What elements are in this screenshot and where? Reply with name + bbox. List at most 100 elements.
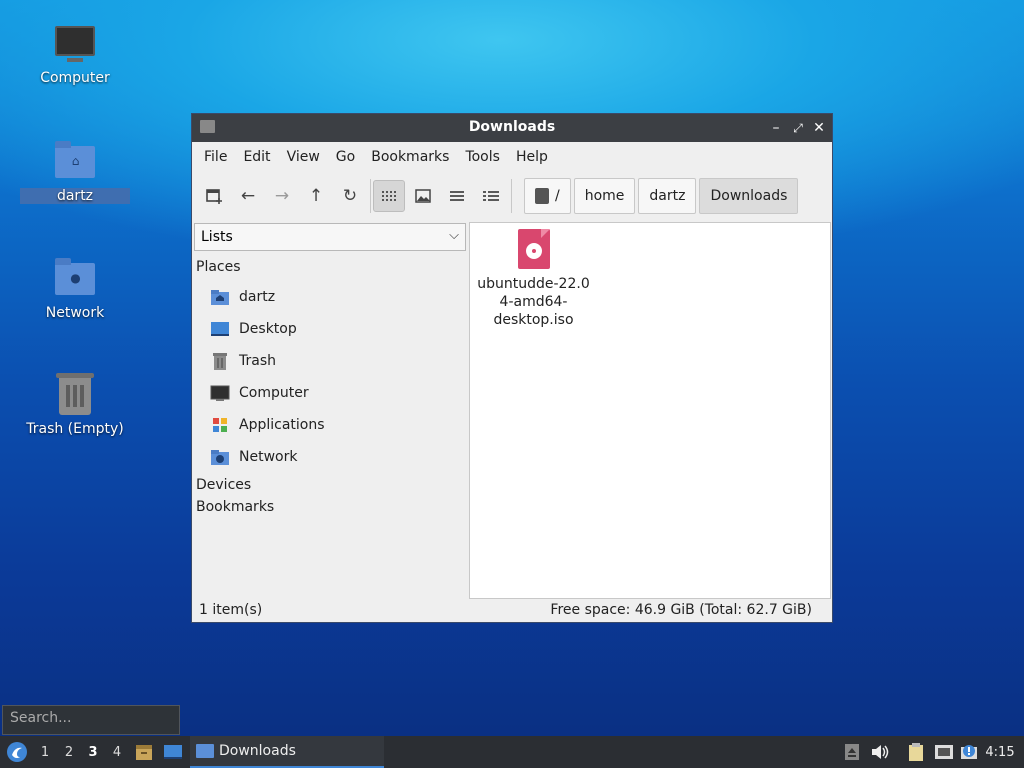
menu-view[interactable]: View <box>279 149 328 165</box>
reload-icon: ↻ <box>342 186 358 206</box>
path-dartz[interactable]: dartz <box>638 178 697 214</box>
sidebar-item-label: Applications <box>239 417 325 433</box>
item-count: 1 item(s) <box>199 602 263 618</box>
file-cabinet-launcher[interactable] <box>133 736 155 768</box>
desktop-icon-label: Computer <box>40 70 110 86</box>
maximize-button[interactable]: ⤢ <box>788 118 808 138</box>
arrow-left-icon: ← <box>240 186 256 206</box>
back-button[interactable]: ← <box>232 180 264 212</box>
thumbnail-view-button[interactable] <box>407 180 439 212</box>
distro-logo-icon <box>7 742 27 762</box>
sidebar-item-applications[interactable]: Applications <box>193 409 467 441</box>
update-notification-icon <box>961 745 977 759</box>
toolbar-separator <box>370 179 371 213</box>
minimize-button[interactable]: – <box>766 118 786 138</box>
clipboard-tray[interactable] <box>905 736 927 768</box>
network-tray[interactable] <box>933 736 955 768</box>
clipboard-icon <box>909 743 923 761</box>
title-bar[interactable]: Downloads – ⤢ ✕ <box>192 114 832 142</box>
sidebar-item-desktop[interactable]: Desktop <box>193 313 467 345</box>
network-folder-icon <box>210 448 230 466</box>
disc-image-icon <box>517 229 550 269</box>
sidebar-item-label: Desktop <box>239 321 297 337</box>
desktop-icon <box>210 320 230 338</box>
reload-button[interactable]: ↻ <box>334 180 366 212</box>
file-name-line: desktop.iso <box>493 312 574 328</box>
start-menu-button[interactable] <box>4 736 30 768</box>
desktop-computer[interactable]: Computer <box>20 22 130 86</box>
sidebar-item-label: Trash <box>239 353 276 369</box>
toolbar: ← → ↑ ↻ / home dartz Downloads <box>192 172 832 220</box>
clock[interactable]: 4:15 <box>980 736 1020 768</box>
search-input[interactable]: Search... <box>2 705 180 735</box>
desktop-network[interactable]: ● Network <box>20 257 130 321</box>
up-button[interactable]: ↑ <box>300 180 332 212</box>
file-manager-window: Downloads – ⤢ ✕ File Edit View Go Bookma… <box>191 113 833 623</box>
workspace-2[interactable]: 2 <box>57 736 81 768</box>
chevron-down-icon: ⌵ <box>449 228 459 243</box>
workspace-3[interactable]: 3 <box>81 736 105 768</box>
sidebar-item-dartz[interactable]: dartz <box>193 281 467 313</box>
side-pane-selector-value: Lists <box>201 229 233 245</box>
file-name-line: 4-amd64- <box>499 294 568 310</box>
forward-button[interactable]: → <box>266 180 298 212</box>
side-pane-selector[interactable]: Lists ⌵ <box>194 223 466 251</box>
path-root[interactable]: / <box>524 178 571 214</box>
network-icon <box>935 745 953 759</box>
desktop-icon-label: dartz <box>20 188 130 204</box>
new-tab-icon <box>206 189 222 204</box>
menu-help[interactable]: Help <box>508 149 556 165</box>
desktop-icon-label: Network <box>45 305 105 321</box>
menu-file[interactable]: File <box>196 149 235 165</box>
menu-tools[interactable]: Tools <box>457 149 508 165</box>
notification-tray[interactable] <box>959 736 981 768</box>
free-space: Free space: 46.9 GiB (Total: 62.7 GiB) <box>550 602 812 618</box>
eject-tray[interactable] <box>841 736 863 768</box>
places-heading[interactable]: Places <box>193 251 467 275</box>
network-folder-icon: ● <box>53 257 97 301</box>
file-cabinet-icon <box>136 745 152 760</box>
applications-icon <box>210 416 230 434</box>
trash-icon <box>53 373 97 417</box>
icon-view-button[interactable] <box>373 180 405 212</box>
image-icon <box>415 189 431 203</box>
drive-icon <box>535 188 549 204</box>
toolbar-separator <box>511 179 512 213</box>
close-button[interactable]: ✕ <box>809 118 829 138</box>
menu-bar: File Edit View Go Bookmarks Tools Help <box>192 142 832 172</box>
volume-icon <box>872 745 889 759</box>
sidebar: Lists ⌵ Places dartz Desktop Trash Compu… <box>193 221 467 596</box>
taskbar-window-downloads[interactable]: Downloads <box>190 736 384 768</box>
sidebar-item-network[interactable]: Network <box>193 441 467 473</box>
workspace-4[interactable]: 4 <box>105 736 129 768</box>
sidebar-item-trash[interactable]: Trash <box>193 345 467 377</box>
list-compact-icon <box>450 191 464 201</box>
path-downloads[interactable]: Downloads <box>699 178 799 214</box>
desktop-icon-label: Trash (Empty) <box>26 421 124 437</box>
compact-view-button[interactable] <box>441 180 473 212</box>
menu-edit[interactable]: Edit <box>235 149 278 165</box>
path-home[interactable]: home <box>573 178 636 214</box>
detailed-view-button[interactable] <box>475 180 507 212</box>
volume-tray[interactable] <box>869 736 891 768</box>
desktop-trash[interactable]: Trash (Empty) <box>20 373 130 437</box>
sidebar-item-label: Computer <box>239 385 309 401</box>
devices-heading[interactable]: Devices <box>193 473 467 493</box>
file-view[interactable]: ubuntudde-22.0 4-amd64- desktop.iso <box>469 222 831 599</box>
list-detailed-icon <box>483 191 499 201</box>
menu-bookmarks[interactable]: Bookmarks <box>363 149 457 165</box>
window-title: Downloads <box>468 119 556 135</box>
path-bar: / home dartz Downloads <box>524 178 801 214</box>
desktop-home-folder[interactable]: ⌂ dartz <box>20 140 130 204</box>
home-folder-icon <box>210 288 230 306</box>
bookmarks-heading[interactable]: Bookmarks <box>193 493 467 515</box>
file-item[interactable]: ubuntudde-22.0 4-amd64- desktop.iso <box>476 229 591 329</box>
new-tab-button[interactable] <box>198 180 230 212</box>
menu-go[interactable]: Go <box>328 149 363 165</box>
computer-icon <box>53 22 97 66</box>
workspace-1[interactable]: 1 <box>33 736 57 768</box>
grid-icon <box>382 191 396 201</box>
show-desktop-button[interactable] <box>161 736 185 768</box>
sidebar-item-computer[interactable]: Computer <box>193 377 467 409</box>
arrow-right-icon: → <box>274 186 290 206</box>
